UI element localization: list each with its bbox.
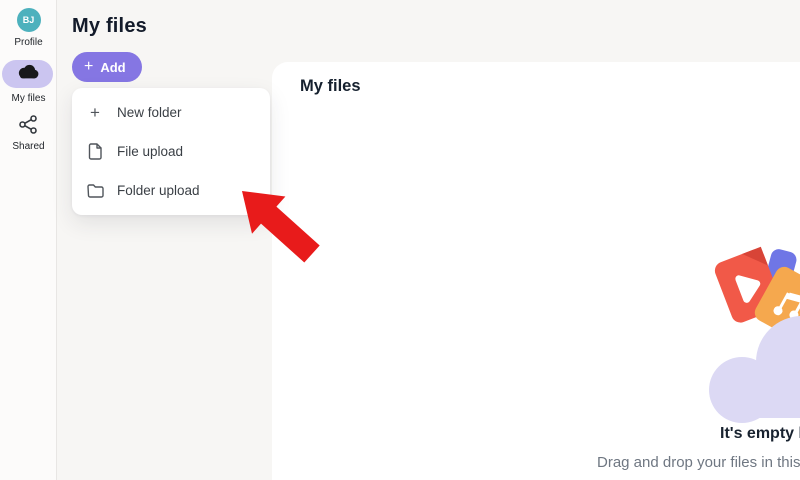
file-icon	[86, 143, 104, 160]
page-title: My files	[72, 15, 147, 38]
cloud-shape	[709, 316, 800, 423]
sidebar-item-shared[interactable]: Shared	[0, 112, 57, 152]
menu-item-new-folder[interactable]: + New folder	[72, 93, 270, 132]
folder-icon	[86, 184, 104, 198]
sidebar-item-label: My files	[0, 93, 57, 104]
plus-icon: +	[86, 104, 104, 121]
sidebar-item-label: Profile	[0, 37, 57, 48]
menu-item-label: New folder	[117, 105, 182, 120]
add-button-label: Add	[100, 60, 125, 75]
empty-state-title: It's empty here	[720, 425, 800, 443]
menu-item-label: File upload	[117, 144, 183, 159]
panel-title: My files	[300, 77, 361, 96]
share-icon	[0, 112, 57, 136]
cloud-icon	[16, 63, 40, 85]
sidebar-item-profile[interactable]: BJ Profile	[0, 8, 57, 48]
files-panel: My files	[272, 62, 800, 480]
sidebar-item-my-files[interactable]: My files	[0, 60, 57, 104]
add-dropdown-menu: + New folder File upload Folder upload	[72, 88, 270, 215]
empty-state-illustration	[690, 240, 800, 425]
empty-state-subtitle: Drag and drop your files in this area	[597, 454, 800, 471]
add-button[interactable]: + Add	[72, 52, 142, 82]
active-pill	[2, 60, 53, 88]
menu-item-folder-upload[interactable]: Folder upload	[72, 171, 270, 210]
menu-item-file-upload[interactable]: File upload	[72, 132, 270, 171]
avatar[interactable]: BJ	[17, 8, 41, 32]
sidebar: BJ Profile My files	[0, 0, 57, 480]
sidebar-item-label: Shared	[0, 141, 57, 152]
avatar-initials: BJ	[23, 15, 35, 25]
menu-item-label: Folder upload	[117, 183, 200, 198]
plus-icon: +	[84, 59, 93, 75]
